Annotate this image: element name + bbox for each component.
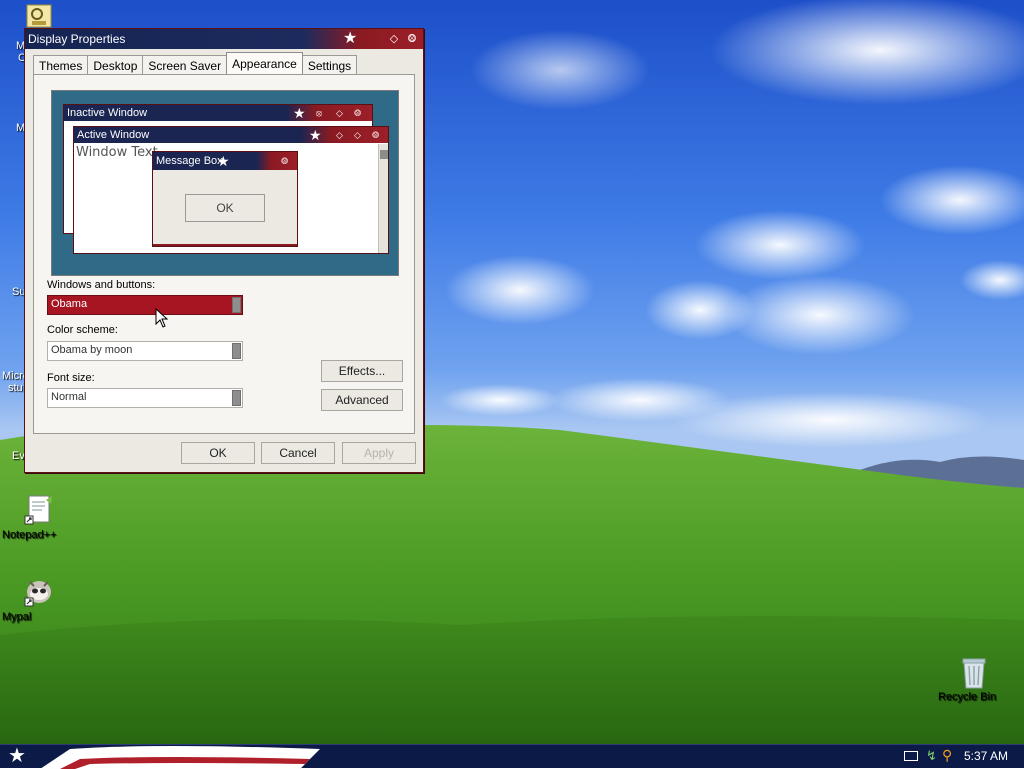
help-icon: ◇ <box>336 130 343 140</box>
display-properties-window: Display Properties ★ ◇ ⨷ Themes Desktop … <box>24 28 424 473</box>
system-tray: ↯ ⚲ 5:37 AM <box>874 745 1024 769</box>
tab-strip: Themes Desktop Screen Saver Appearance S… <box>33 52 358 75</box>
mouse-cursor-icon <box>155 307 169 331</box>
font-size-label: Font size: <box>47 372 95 384</box>
windows-buttons-label: Windows and buttons: <box>47 279 156 291</box>
preview-active-title: Active Window <box>77 129 150 141</box>
ok-button[interactable]: OK <box>181 442 255 464</box>
desktop-icon-label: Mypal <box>2 611 32 623</box>
advanced-button[interactable]: Advanced <box>321 389 403 411</box>
star-icon: ★ <box>343 30 358 47</box>
desktop-partial-label: Ev <box>12 450 25 462</box>
appearance-panel: Inactive Window ★ ⦻ ◇ ⨷ Active Window ★ … <box>33 74 415 434</box>
start-button[interactable]: ★ <box>0 745 330 769</box>
color-scheme-value: Obama by moon <box>51 344 133 356</box>
tab-settings[interactable]: Settings <box>301 55 358 75</box>
star-icon: ★ <box>217 153 230 169</box>
taskbar: ★ ↯ ⚲ 5:37 AM <box>0 744 1024 769</box>
close-icon: ⨷ <box>372 130 380 140</box>
close-icon: ⨷ <box>281 156 289 166</box>
help-button[interactable]: ◇ <box>387 32 401 46</box>
mypal-icon <box>22 576 54 608</box>
preview-message-box: Message Box ★ ⨷ OK <box>152 151 298 247</box>
apply-button[interactable]: Apply <box>342 442 416 464</box>
star-icon: ★ <box>8 745 26 767</box>
chevron-down-icon[interactable] <box>232 343 241 359</box>
preview-ok-button: OK <box>185 194 265 222</box>
tab-desktop[interactable]: Desktop <box>87 55 144 75</box>
color-scheme-label: Color scheme: <box>47 324 118 336</box>
my-computer-icon[interactable] <box>26 4 52 30</box>
desktop-icon-label: Notepad++ <box>2 529 57 541</box>
keyboard-icon[interactable] <box>904 751 918 761</box>
effects-button[interactable]: Effects... <box>321 360 403 382</box>
desktop-icon-mypal[interactable]: Mypal <box>2 576 74 623</box>
search-icon[interactable]: ⚲ <box>942 747 952 764</box>
window-titlebar[interactable]: Display Properties ★ ◇ ⨷ <box>25 29 423 49</box>
color-scheme-select[interactable]: Obama by moon <box>47 341 243 361</box>
desktop-icon-recycle-bin[interactable]: Recycle Bin <box>938 656 1010 703</box>
close-icon: ⨷ <box>354 108 362 118</box>
help-icon: ⦻ <box>316 108 322 118</box>
window-title: Display Properties <box>28 32 126 46</box>
star-icon: ★ <box>293 105 306 121</box>
chevron-down-icon[interactable] <box>232 297 241 313</box>
close-icon[interactable]: ⨷ <box>405 32 419 46</box>
network-icon[interactable]: ↯ <box>926 748 937 764</box>
font-size-select[interactable]: Normal <box>47 388 243 408</box>
maximize-icon: ◇ <box>336 108 343 118</box>
desktop-icon-label: Recycle Bin <box>938 691 997 703</box>
font-size-value: Normal <box>51 391 87 403</box>
recycle-bin-icon <box>958 656 990 689</box>
appearance-preview: Inactive Window ★ ⦻ ◇ ⨷ Active Window ★ … <box>51 90 399 276</box>
preview-scrollbar <box>378 144 388 253</box>
tab-appearance[interactable]: Appearance <box>226 52 303 74</box>
windows-buttons-select[interactable]: Obama <box>47 295 243 315</box>
cancel-button[interactable]: Cancel <box>261 442 335 464</box>
preview-msgbox-title: Message Box <box>156 155 223 167</box>
desktop-partial-label: stu <box>8 382 23 394</box>
windows-buttons-value: Obama <box>51 298 88 310</box>
notepadpp-icon <box>22 494 54 526</box>
preview-inactive-title: Inactive Window <box>67 107 148 119</box>
tab-themes[interactable]: Themes <box>33 55 89 75</box>
star-icon: ★ <box>309 127 322 143</box>
clock[interactable]: 5:37 AM <box>964 749 1008 763</box>
preview-window-text: Window Text <box>76 145 158 160</box>
tab-screen-saver[interactable]: Screen Saver <box>142 55 228 75</box>
desktop-icon-notepadpp[interactable]: Notepad++ <box>2 494 74 541</box>
maximize-icon: ◇ <box>354 130 361 140</box>
chevron-down-icon[interactable] <box>232 390 241 406</box>
